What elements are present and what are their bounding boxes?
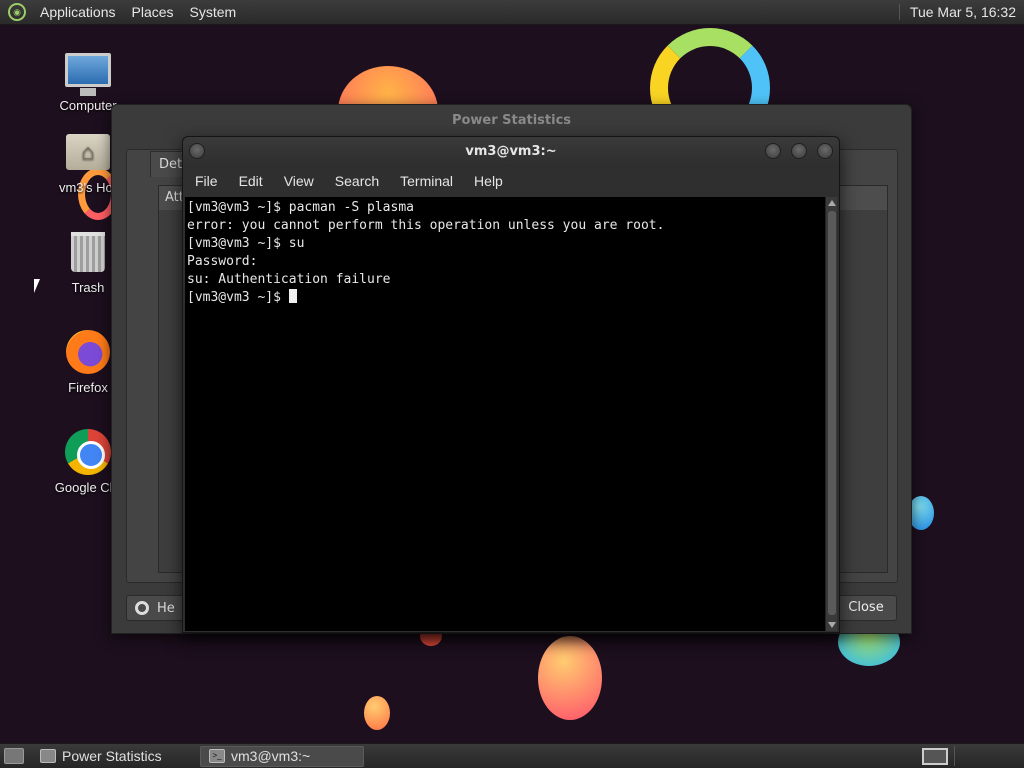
distro-logo-icon[interactable]: ◉	[8, 3, 26, 21]
mouse-pointer-icon	[34, 279, 40, 293]
wallpaper-shape	[364, 696, 390, 730]
scroll-down-icon[interactable]	[828, 622, 836, 628]
terminal-window[interactable]: vm3@vm3:~ File Edit View Search Terminal…	[182, 136, 840, 633]
text-cursor	[288, 289, 297, 303]
terminal-line: Password:	[187, 254, 258, 269]
desktop-icon-computer[interactable]: Computer	[38, 46, 138, 113]
close-button[interactable]: Close	[835, 595, 897, 621]
menu-edit[interactable]: Edit	[229, 173, 274, 189]
taskbar-item-power-statistics[interactable]: Power Statistics	[32, 746, 196, 767]
terminal-prompt: [vm3@vm3 ~]$	[187, 290, 289, 305]
taskbar-item-terminal[interactable]: >_ vm3@vm3:~	[200, 745, 364, 767]
taskbar-item-label: Power Statistics	[62, 748, 162, 764]
terminal-line: [vm3@vm3 ~]$ pacman -S plasma	[187, 200, 414, 215]
menu-search[interactable]: Search	[325, 173, 390, 189]
scroll-up-icon[interactable]	[828, 200, 836, 206]
taskbar-item-label: vm3@vm3:~	[231, 748, 311, 764]
trash-icon	[64, 228, 112, 276]
menu-system[interactable]: System	[182, 4, 245, 20]
menu-places[interactable]: Places	[124, 4, 182, 20]
menu-terminal[interactable]: Terminal	[390, 173, 464, 189]
show-desktop-icon[interactable]	[4, 748, 24, 764]
computer-icon	[64, 46, 112, 96]
menu-applications[interactable]: Applications	[32, 4, 124, 20]
menu-file[interactable]: File	[185, 173, 229, 189]
terminal-line: error: you cannot perform this operation…	[187, 218, 665, 233]
maximize-icon[interactable]	[791, 143, 807, 159]
bottom-taskbar: Power Statistics >_ vm3@vm3:~	[0, 743, 1024, 768]
window-menu-icon[interactable]	[189, 143, 205, 159]
terminal-line: su: Authentication failure	[187, 272, 391, 287]
scroll-thumb[interactable]	[828, 211, 836, 615]
terminal-output[interactable]: [vm3@vm3 ~]$ pacman -S plasma error: you …	[185, 197, 825, 631]
menu-view[interactable]: View	[274, 173, 325, 189]
help-button-label: He	[157, 600, 175, 616]
minimize-icon[interactable]	[765, 143, 781, 159]
terminal-menubar: File Edit View Search Terminal Help	[183, 167, 839, 195]
workspace-switcher-empty[interactable]	[954, 746, 1024, 766]
home-folder-icon: ⌂	[64, 128, 112, 176]
top-panel: ◉ Applications Places System Tue Mar 5, …	[0, 0, 1024, 25]
power-statistics-icon	[40, 749, 56, 763]
close-icon[interactable]	[817, 143, 833, 159]
wallpaper-shape	[538, 636, 602, 720]
window-title: vm3@vm3:~	[465, 144, 557, 159]
terminal-line: [vm3@vm3 ~]$ su	[187, 236, 305, 251]
workspace-switcher[interactable]	[922, 747, 948, 765]
window-title[interactable]: Power Statistics	[112, 105, 911, 137]
terminal-titlebar[interactable]: vm3@vm3:~	[183, 137, 839, 167]
help-icon	[135, 601, 149, 615]
chrome-icon	[64, 428, 112, 476]
terminal-scrollbar[interactable]	[825, 197, 837, 631]
firefox-icon	[64, 328, 112, 376]
menu-help[interactable]: Help	[464, 173, 514, 189]
terminal-icon: >_	[209, 749, 225, 763]
clock[interactable]: Tue Mar 5, 16:32	[898, 4, 1024, 20]
terminal-prompt-line: [vm3@vm3 ~]$	[187, 289, 823, 307]
